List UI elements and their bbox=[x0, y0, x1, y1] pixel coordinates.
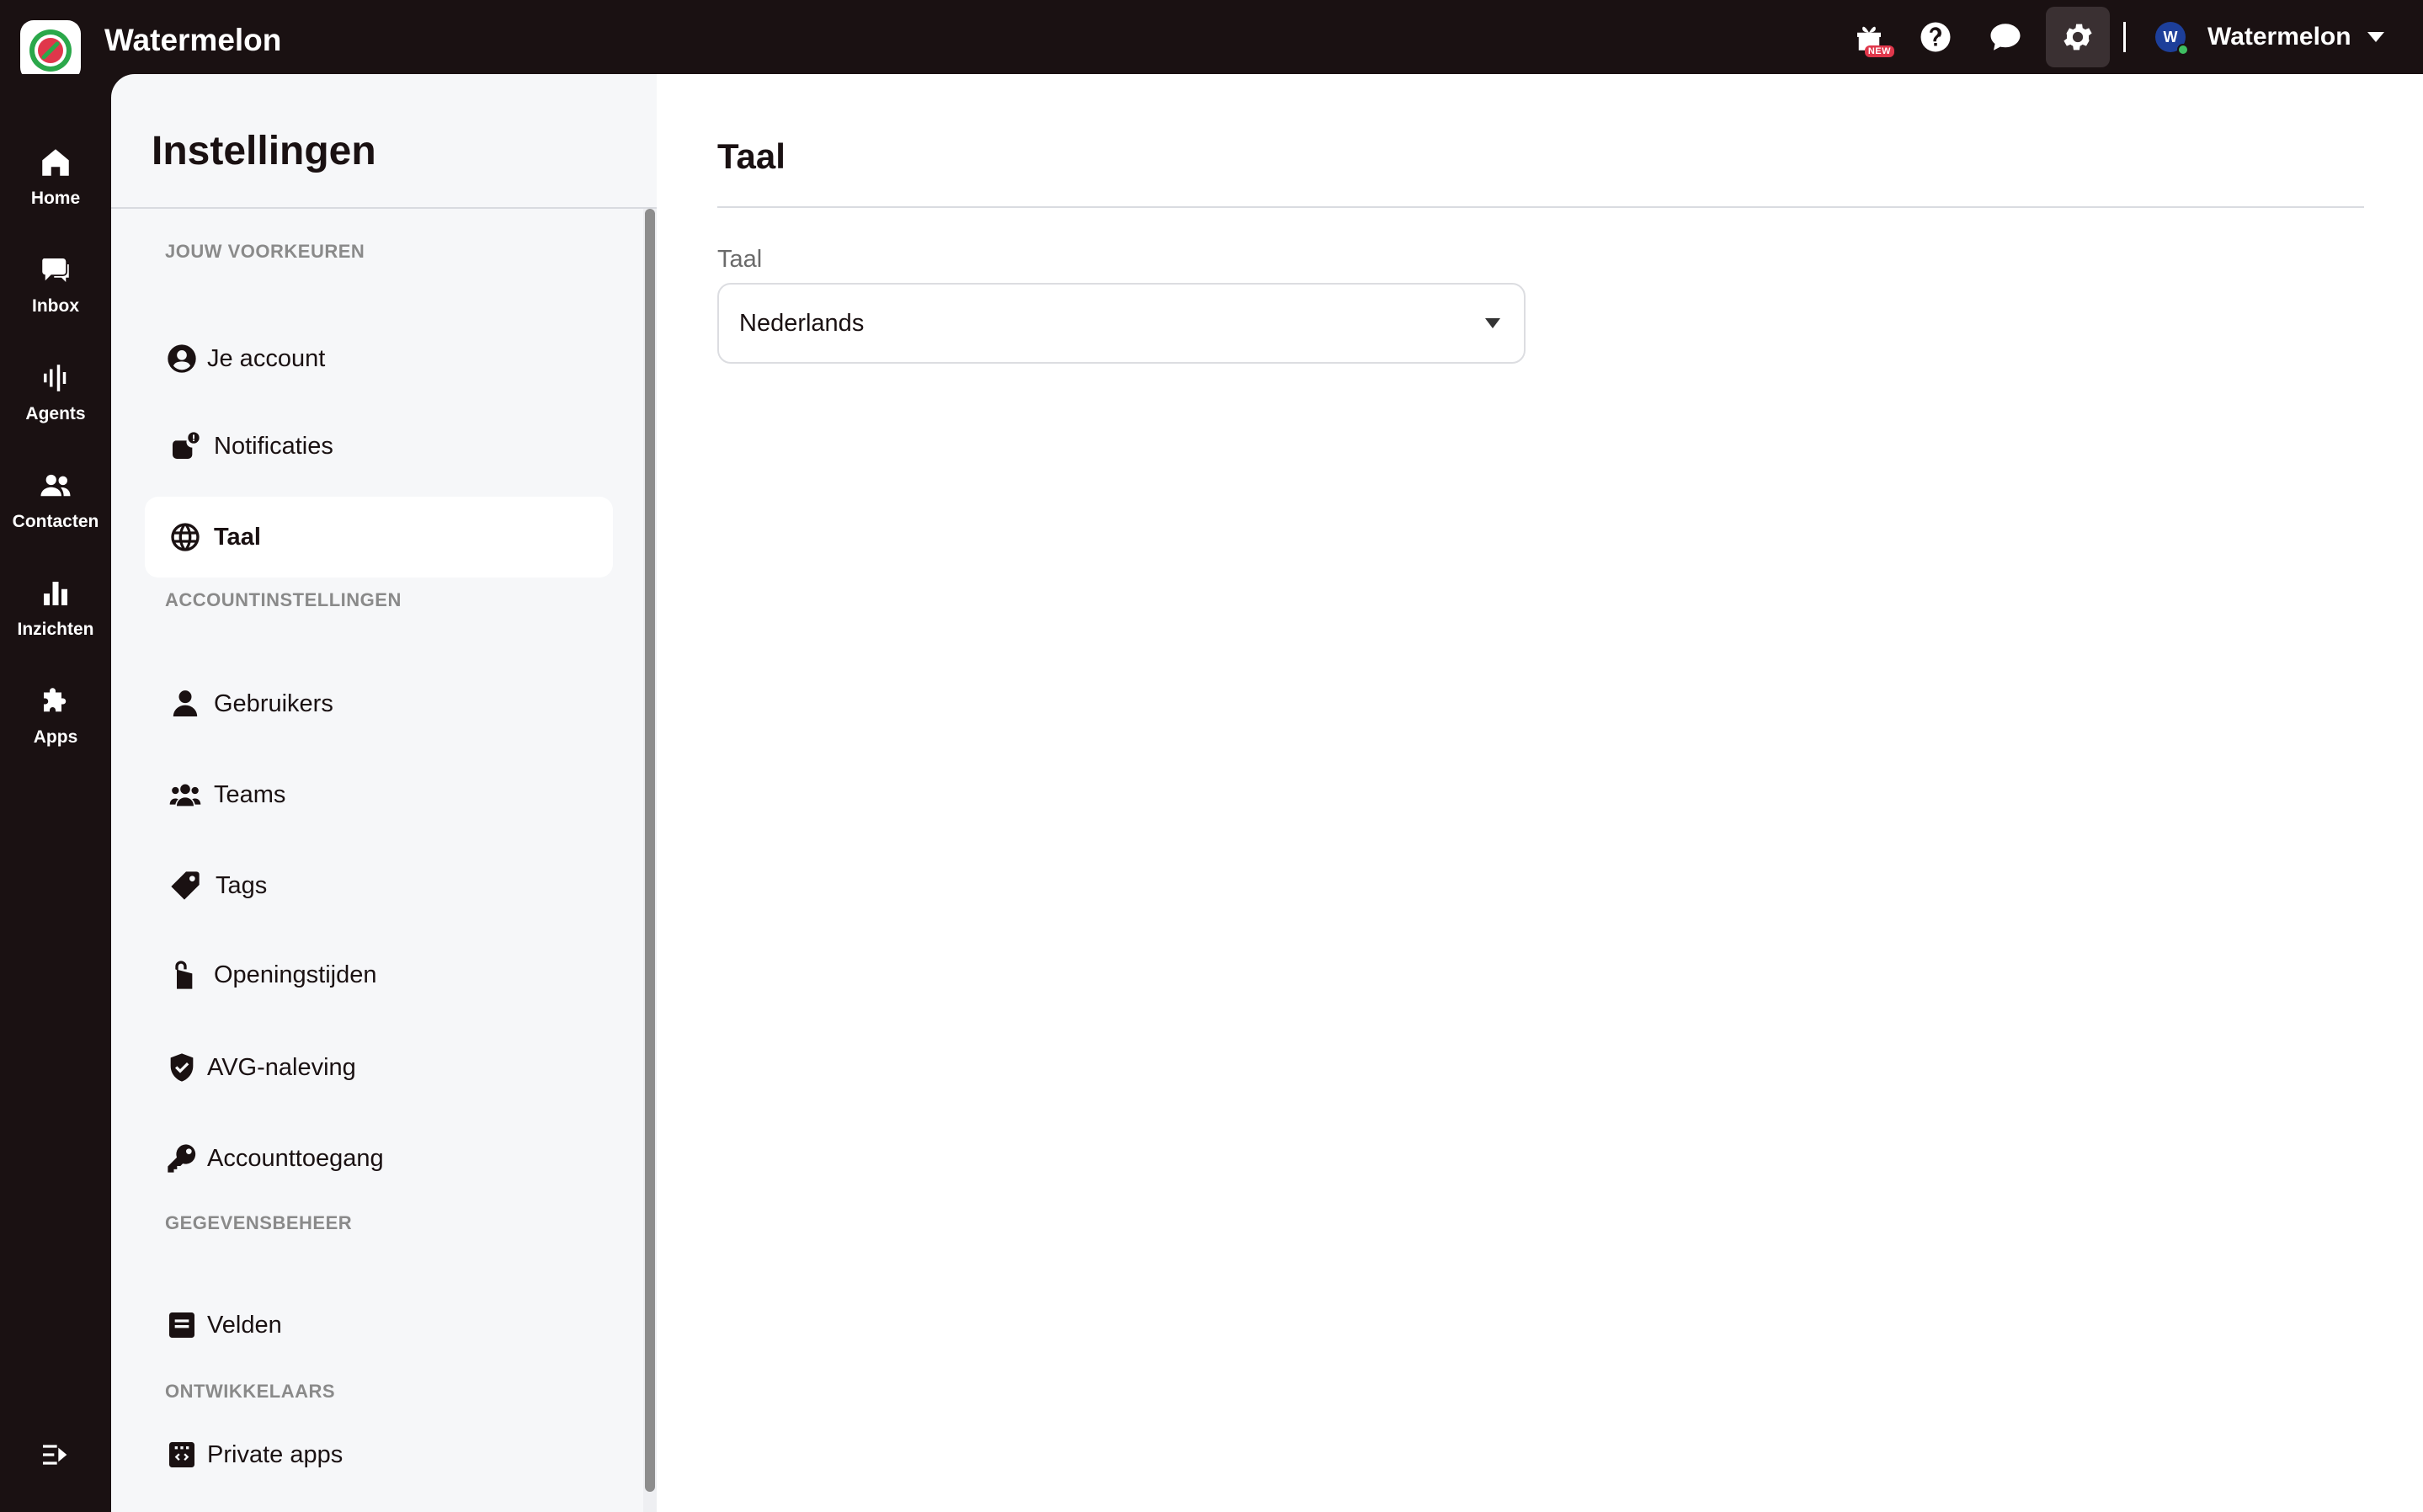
caret-down-icon bbox=[1485, 318, 1500, 328]
help-icon bbox=[1920, 22, 1951, 52]
rail-item-insights[interactable]: Inzichten bbox=[0, 576, 111, 668]
topbar-divider bbox=[2123, 22, 2126, 52]
settings-item-label: Teams bbox=[214, 780, 286, 808]
language-select[interactable]: Nederlands bbox=[717, 283, 1526, 364]
settings-item-label: Openingstijden bbox=[214, 961, 377, 988]
settings-item-private-apps[interactable]: Private apps bbox=[145, 1414, 613, 1495]
rail-label: Inbox bbox=[32, 296, 79, 316]
chevron-down-icon bbox=[2367, 32, 2384, 42]
rail-item-home[interactable]: Home bbox=[0, 145, 111, 237]
top-bar: Watermelon NEW W Watermelon S bbox=[0, 0, 2423, 81]
rail-item-contacts[interactable]: Contacten bbox=[0, 468, 111, 561]
rail-label: Apps bbox=[33, 727, 78, 747]
new-badge: NEW bbox=[1864, 45, 1894, 57]
settings-item-label: Taal bbox=[214, 523, 261, 551]
settings-item-label: Accounttoegang bbox=[207, 1144, 384, 1172]
puzzle-icon bbox=[44, 688, 67, 712]
gear-icon bbox=[2064, 24, 2092, 51]
app-title: Watermelon bbox=[104, 23, 282, 57]
workspace-avatar-initial: W bbox=[2163, 28, 2178, 45]
rail-label: Home bbox=[30, 189, 81, 208]
settings-item-label: Je account bbox=[207, 344, 326, 372]
rail-item-agents[interactable]: Agents bbox=[0, 360, 111, 453]
rail-item-apps[interactable]: Apps bbox=[0, 684, 111, 776]
workspace-avatar: W bbox=[2155, 22, 2189, 56]
settings-item-label: Tags bbox=[216, 871, 268, 899]
section-label-preferences: JOUW VOORKEUREN bbox=[165, 241, 365, 262]
watermelon-logo-icon bbox=[29, 29, 72, 72]
settings-item-users[interactable]: Gebruikers bbox=[145, 663, 613, 744]
settings-item-account[interactable]: Je account bbox=[145, 318, 613, 399]
user-icon bbox=[173, 690, 198, 716]
agents-icon bbox=[44, 365, 67, 391]
online-status-dot bbox=[2177, 44, 2189, 56]
settings-item-label: Gebruikers bbox=[214, 689, 333, 717]
workspace-switcher[interactable]: W Watermelon S bbox=[2155, 17, 2384, 57]
collapse-sidebar-button[interactable] bbox=[39, 1438, 72, 1472]
language-select-value: Nederlands bbox=[739, 310, 865, 337]
settings-item-label: Notificaties bbox=[214, 432, 333, 460]
scrollbar-thumb[interactable] bbox=[645, 209, 655, 1492]
help-button[interactable] bbox=[1904, 7, 1968, 67]
main-navigation-rail: Home Inbox Agents Contacten Inzichten Ap… bbox=[0, 74, 111, 1512]
key-icon bbox=[168, 1144, 196, 1173]
door-hanger-icon bbox=[175, 961, 193, 989]
inbox-icon bbox=[42, 258, 69, 282]
globe-icon bbox=[171, 523, 200, 551]
page-title: Taal bbox=[717, 136, 785, 176]
fields-icon bbox=[169, 1312, 194, 1338]
notification-icon bbox=[172, 432, 200, 459]
settings-divider bbox=[111, 207, 657, 209]
workspace-name: Watermelon S bbox=[2207, 23, 2351, 51]
settings-item-label: Velden bbox=[207, 1311, 282, 1339]
settings-button[interactable] bbox=[2046, 7, 2110, 67]
tag-icon bbox=[171, 871, 200, 900]
settings-item-tags[interactable]: Tags bbox=[145, 845, 613, 926]
language-field-label: Taal bbox=[717, 246, 763, 273]
rail-item-inbox[interactable]: Inbox bbox=[0, 253, 111, 345]
rail-label: Contacten bbox=[12, 512, 99, 531]
rail-label: Agents bbox=[25, 404, 86, 423]
settings-item-notifications[interactable]: Notificaties bbox=[145, 406, 613, 487]
settings-item-account-access[interactable]: Accounttoegang bbox=[145, 1118, 613, 1199]
settings-item-language[interactable]: Taal bbox=[145, 497, 613, 578]
settings-item-label: AVG-naleving bbox=[207, 1053, 356, 1081]
settings-item-teams[interactable]: Teams bbox=[145, 754, 613, 835]
section-label-developers: ONTWIKKELAARS bbox=[165, 1381, 336, 1402]
teams-icon bbox=[169, 784, 201, 807]
whats-new-button[interactable]: NEW bbox=[1837, 7, 1901, 67]
title-divider bbox=[717, 206, 2364, 208]
code-icon bbox=[169, 1442, 194, 1467]
settings-title: Instellingen bbox=[152, 129, 376, 173]
insights-icon bbox=[44, 582, 67, 605]
section-label-data-management: GEGEVENSBEHEER bbox=[165, 1212, 353, 1233]
settings-item-fields[interactable]: Velden bbox=[145, 1285, 613, 1366]
rail-label: Inzichten bbox=[17, 620, 94, 639]
account-icon bbox=[168, 344, 196, 373]
main-content: Taal Taal Nederlands bbox=[657, 74, 2423, 1512]
chat-icon bbox=[1990, 24, 2021, 51]
chat-button[interactable] bbox=[1973, 7, 2037, 67]
section-label-account-settings: ACCOUNTINSTELLINGEN bbox=[165, 589, 402, 610]
settings-item-label: Private apps bbox=[207, 1440, 343, 1468]
shield-check-icon bbox=[170, 1053, 194, 1082]
home-icon bbox=[42, 149, 69, 176]
contacts-icon bbox=[40, 474, 71, 497]
app-logo[interactable] bbox=[20, 20, 81, 81]
settings-panel: Instellingen JOUW VOORKEUREN Je account … bbox=[111, 74, 657, 1512]
settings-item-gdpr[interactable]: AVG-naleving bbox=[145, 1027, 613, 1108]
settings-item-opening-hours[interactable]: Openingstijden bbox=[145, 934, 613, 1015]
collapse-menu-icon bbox=[43, 1445, 67, 1465]
